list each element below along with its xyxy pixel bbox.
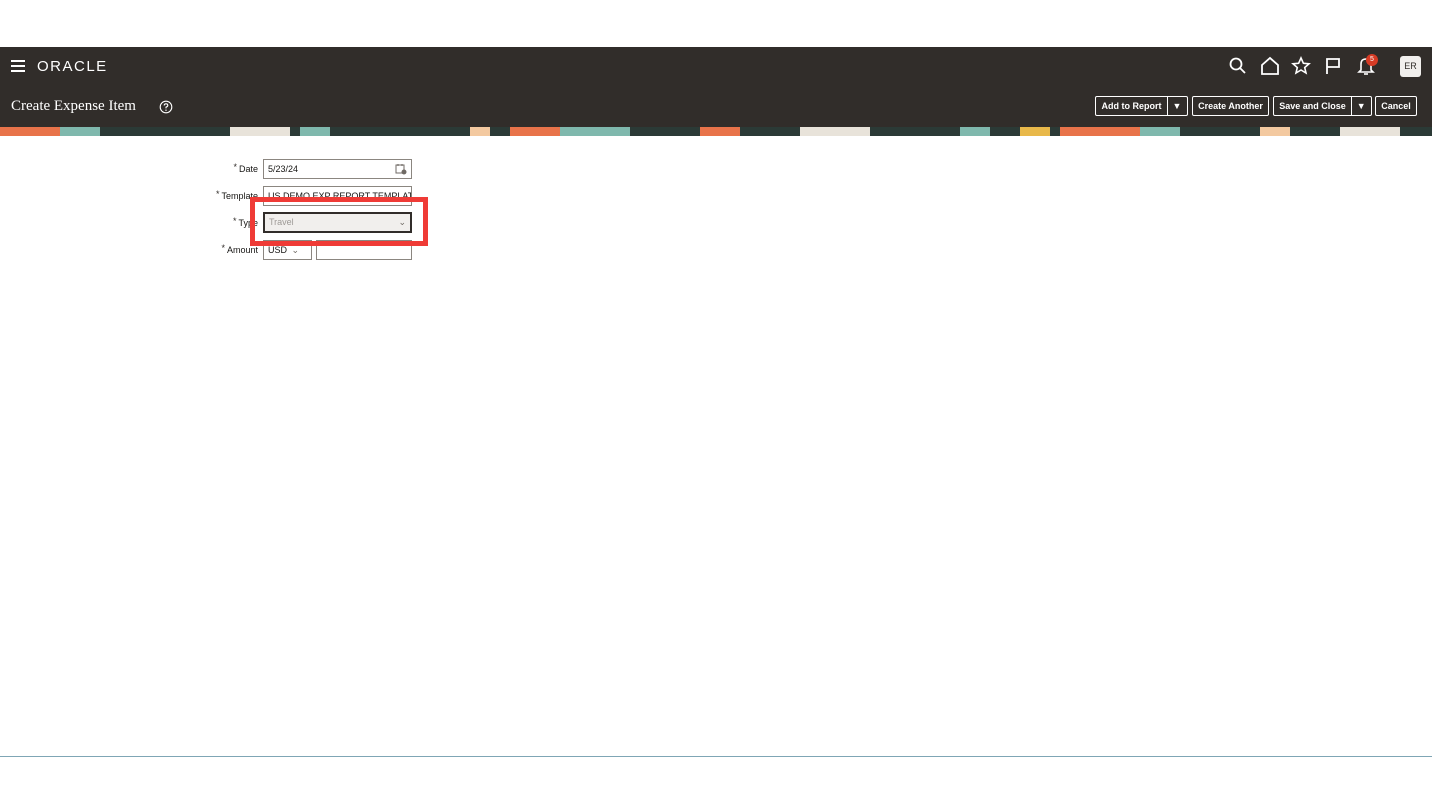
home-icon[interactable] <box>1260 56 1280 76</box>
global-header: ORACLE 5 ER Create Expense Item Add to R… <box>0 47 1432 127</box>
cancel-button[interactable]: Cancel <box>1375 96 1417 116</box>
page-title: Create Expense Item <box>11 98 136 114</box>
chevron-down-icon: ⌄ <box>399 191 407 201</box>
create-another-button[interactable]: Create Another <box>1192 96 1269 116</box>
template-select[interactable]: US DEMO EXP REPORT TEMPLATE ⌄ <box>263 186 412 206</box>
amount-label: * Amount <box>221 243 258 255</box>
type-label: * Type <box>232 216 258 228</box>
search-icon[interactable] <box>1228 56 1248 76</box>
user-avatar[interactable]: ER <box>1400 56 1421 77</box>
currency-select[interactable]: USD ⌄ <box>263 240 312 260</box>
date-input[interactable]: 5/23/24 <box>263 159 412 179</box>
save-and-close-label: Save and Close <box>1279 101 1346 111</box>
chevron-down-icon: ⌄ <box>291 245 299 255</box>
add-to-report-dropdown-icon[interactable]: ▼ <box>1166 97 1187 115</box>
notification-count-badge: 5 <box>1366 54 1378 66</box>
help-icon[interactable] <box>159 100 173 114</box>
type-select[interactable]: Travel ⌄ <box>263 212 412 233</box>
hamburger-menu-icon[interactable] <box>11 60 25 72</box>
add-to-report-button[interactable]: Add to Report ▼ <box>1095 96 1188 116</box>
cancel-label: Cancel <box>1381 101 1411 111</box>
oracle-logo[interactable]: ORACLE <box>37 58 108 75</box>
chevron-down-icon: ⌄ <box>398 217 406 227</box>
amount-input[interactable] <box>316 240 412 260</box>
calendar-icon[interactable] <box>395 163 407 175</box>
save-and-close-button[interactable]: Save and Close ▼ <box>1273 96 1372 116</box>
favorites-star-icon[interactable] <box>1291 56 1311 76</box>
notifications-bell-icon[interactable]: 5 <box>1356 54 1378 76</box>
footer-divider <box>0 756 1432 757</box>
flag-icon[interactable] <box>1323 56 1343 76</box>
template-label: * Template <box>215 189 258 201</box>
create-another-label: Create Another <box>1198 101 1263 111</box>
date-label: * Date <box>233 162 258 174</box>
decorative-banner <box>0 127 1432 136</box>
add-to-report-label: Add to Report <box>1101 101 1162 111</box>
save-and-close-dropdown-icon[interactable]: ▼ <box>1350 97 1371 115</box>
